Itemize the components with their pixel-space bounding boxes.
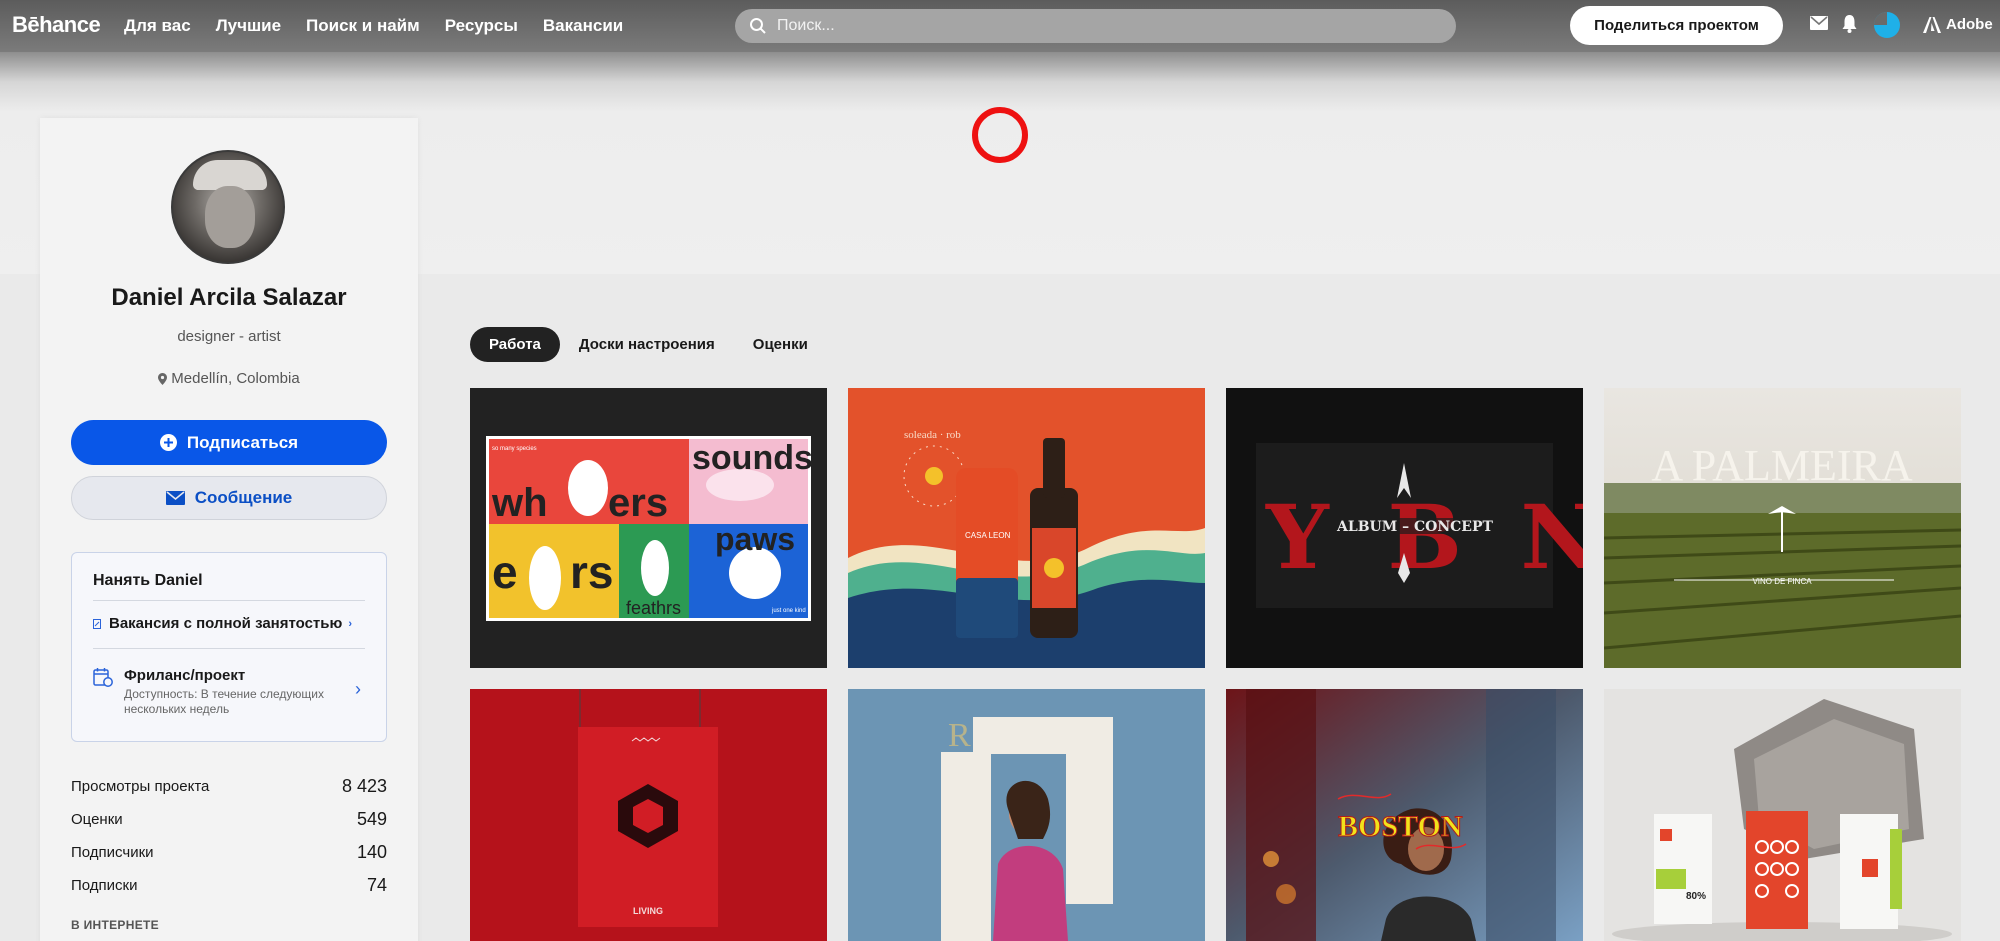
- web-links-title: В ИНТЕРНЕТЕ: [71, 918, 159, 932]
- plus-circle-icon: [159, 434, 177, 451]
- project-card-boston[interactable]: BOSTON: [1226, 689, 1583, 941]
- chevron-right-icon: ›: [355, 679, 361, 699]
- project-thumbnail: 80%: [1604, 689, 1961, 941]
- divider: [93, 648, 365, 649]
- follow-button[interactable]: Подписаться: [71, 420, 387, 465]
- stat-label: Оценки: [71, 811, 123, 828]
- poster-tag: so many species: [492, 446, 537, 452]
- adobe-label: Adobe: [1946, 16, 1993, 33]
- profile-role: designer - artist: [177, 328, 281, 345]
- stat-row[interactable]: Подписчики 140: [71, 836, 387, 869]
- project-card-packaging[interactable]: 80%: [1604, 689, 1961, 941]
- project-thumbnail: R: [848, 689, 1205, 941]
- nav-resources[interactable]: Ресурсы: [445, 16, 518, 36]
- can-label: CASA LEON: [965, 531, 1011, 540]
- follow-label: Подписаться: [186, 432, 299, 452]
- nav-search-hire[interactable]: Поиск и найм: [306, 16, 420, 36]
- project-card-album-concept[interactable]: Y B N D ALBUM – CONCEPT: [1226, 388, 1583, 668]
- fulltime-label: Вакансия с полной занятостью: [109, 615, 343, 632]
- palmeira-title: A PALMEIRA: [1651, 441, 1912, 490]
- package-percent: 80%: [1686, 891, 1706, 902]
- album-big-letters: Y B N D: [1265, 485, 1583, 589]
- avatar-face-shape: [205, 186, 255, 248]
- bell-icon[interactable]: [1842, 15, 1857, 33]
- project-thumbnail: A PALMEIRA VINO DE FINCA: [1604, 388, 1961, 668]
- profile-stats: Просмотры проекта 8 423 Оценки 549 Подпи…: [71, 770, 387, 902]
- stat-row: Оценки 549: [71, 803, 387, 836]
- nav-jobs[interactable]: Вакансии: [543, 16, 623, 36]
- boston-title: BOSTON: [1338, 810, 1463, 843]
- stat-value: 8 423: [341, 776, 387, 796]
- search-input[interactable]: [777, 17, 1377, 35]
- album-subtitle: ALBUM – CONCEPT: [1336, 519, 1493, 535]
- poster-word: rs: [666, 598, 681, 618]
- project-thumbnail: LIVING: [470, 689, 827, 941]
- project-thumbnail: soleada · rob CASA LEON: [848, 388, 1205, 668]
- stat-row[interactable]: Подписки 74: [71, 869, 387, 902]
- profile-name: Daniel Arcila Salazar: [111, 284, 347, 311]
- adobe-link[interactable]: Adobe: [1923, 16, 1993, 33]
- profile-tabs: Работа Доски настроения Оценки: [470, 327, 827, 362]
- stat-label: Просмотры проекта: [71, 778, 210, 795]
- user-avatar-icon[interactable]: [1873, 11, 1901, 39]
- poster-word: feath: [626, 598, 666, 618]
- stat-label: Подписки: [71, 877, 138, 894]
- palmeira-subtitle: VINO DE FINCA: [1752, 577, 1812, 586]
- project-thumbnail: BOSTON: [1226, 689, 1583, 941]
- tab-appreciations[interactable]: Оценки: [734, 327, 827, 362]
- project-card-a-palmeira[interactable]: A PALMEIRA VINO DE FINCA: [1604, 388, 1961, 668]
- poster-word: wh: [491, 481, 548, 525]
- envelope-icon: [165, 491, 185, 505]
- location-text: Medellín, Colombia: [171, 370, 300, 387]
- poster-word: ers: [608, 481, 668, 525]
- document-icon: [93, 618, 101, 629]
- loading-ring: [972, 107, 1028, 163]
- project-thumbnail: Y B N D ALBUM – CONCEPT: [1226, 388, 1583, 668]
- search-bar[interactable]: [735, 9, 1456, 43]
- tab-moodboards[interactable]: Доски настроения: [560, 327, 734, 362]
- nav-for-you[interactable]: Для вас: [124, 16, 191, 36]
- message-label: Сообщение: [194, 488, 293, 507]
- profile-location: Medellín, Colombia: [40, 370, 418, 387]
- stat-value: 140: [356, 842, 387, 862]
- divider: [93, 600, 365, 601]
- freelance-title: Фриланс/проект: [124, 667, 246, 684]
- top-navigation: Bēhance Для вас Лучшие Поиск и найм Ресу…: [0, 0, 2000, 52]
- calendar-icon: [93, 668, 113, 687]
- fulltime-job-option[interactable]: Вакансия с полной занятостью ›: [93, 615, 365, 632]
- label-ring-text: soleada · rob: [904, 429, 961, 441]
- poster-small: just one kind: [771, 608, 806, 614]
- search-icon: [750, 18, 766, 34]
- hire-panel: Нанять Daniel Вакансия с полной занятост…: [71, 552, 387, 742]
- main-nav: Для вас Лучшие Поиск и найм Ресурсы Вака…: [124, 16, 623, 36]
- adobe-icon: [1923, 16, 1941, 33]
- behance-logo[interactable]: Bēhance: [12, 12, 101, 38]
- avatar[interactable]: [171, 150, 285, 264]
- hire-title: Нанять Daniel: [93, 572, 203, 589]
- stat-value: 549: [356, 809, 387, 829]
- poster-word: e: [492, 546, 518, 598]
- location-pin-icon: [158, 372, 168, 385]
- stat-row: Просмотры проекта 8 423: [71, 770, 387, 803]
- chevron-right-icon: ›: [348, 617, 352, 630]
- stat-value: 74: [366, 875, 387, 895]
- project-card-whiskers[interactable]: so many species wh ers sounds e rs paws …: [470, 388, 827, 668]
- poster-brand: LIVING: [633, 906, 663, 916]
- poster-word: paws: [715, 521, 795, 557]
- poster-word: sounds: [692, 439, 813, 477]
- project-card-living[interactable]: LIVING: [470, 689, 827, 941]
- project-card-casa-leon[interactable]: soleada · rob CASA LEON: [848, 388, 1205, 668]
- share-project-button[interactable]: Поделиться проектом: [1570, 6, 1783, 45]
- tab-work[interactable]: Работа: [470, 327, 560, 362]
- mail-icon[interactable]: [1810, 16, 1828, 30]
- project-thumbnail: so many species wh ers sounds e rs paws …: [470, 388, 827, 668]
- poster-letter: R: [948, 717, 971, 754]
- message-button[interactable]: Сообщение: [71, 476, 387, 520]
- nav-best[interactable]: Лучшие: [216, 16, 281, 36]
- project-card-portrait[interactable]: R: [848, 689, 1205, 941]
- freelance-availability: Доступность: В течение следующих несколь…: [124, 687, 325, 716]
- stat-label: Подписчики: [71, 844, 154, 861]
- poster-word: rs: [570, 546, 613, 598]
- profile-sidebar: Daniel Arcila Salazar designer - artist …: [40, 118, 418, 941]
